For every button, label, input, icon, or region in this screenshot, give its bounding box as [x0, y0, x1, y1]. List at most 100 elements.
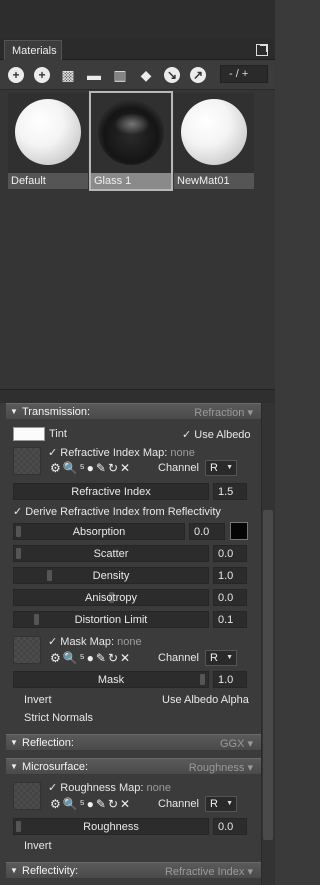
- mask-value[interactable]: 1.0: [213, 671, 247, 688]
- mode-value: GGX: [219, 738, 245, 750]
- collapse-icon: ▼: [10, 762, 18, 771]
- channel-label: Channel: [158, 462, 199, 474]
- density-slider[interactable]: Density: [13, 567, 209, 584]
- mask-map-row[interactable]: ✓ Mask Map: none: [48, 635, 142, 648]
- absorption-value[interactable]: 0.0: [189, 523, 225, 540]
- assign-icon[interactable]: ◆: [138, 67, 154, 83]
- mask-map-value: none: [117, 636, 142, 648]
- channel-label: Channel: [158, 798, 199, 810]
- transmission-header[interactable]: ▼ Transmission: Refraction ▾: [6, 403, 261, 419]
- slider-label: Distortion Limit: [74, 614, 148, 626]
- map-tools-row[interactable]: ⚙🔍⁵●✎↻✕: [50, 651, 132, 665]
- channel-select[interactable]: R: [205, 460, 237, 476]
- pick-icon[interactable]: ↘: [164, 67, 180, 83]
- section-title: Microsurface:: [22, 761, 89, 773]
- map-tools-row[interactable]: ⚙🔍⁵●✎↻✕: [50, 461, 132, 475]
- reflection-header[interactable]: ▼ Reflection: GGX ▾: [6, 734, 261, 750]
- add-material-icon[interactable]: +: [8, 67, 24, 83]
- transmission-mode-dropdown[interactable]: Refraction ▾: [194, 406, 253, 419]
- map-tools-row[interactable]: ⚙🔍⁵●✎↻✕: [50, 797, 132, 811]
- material-preview-sphere: [98, 99, 164, 165]
- refractive-index-slider[interactable]: Refractive Index: [13, 483, 209, 500]
- duplicate-material-icon[interactable]: +: [34, 67, 50, 83]
- window-top-bar: [0, 0, 275, 38]
- roughness-invert-checkbox[interactable]: Invert: [24, 840, 52, 852]
- channel-value: R: [210, 798, 218, 810]
- roughness-map-value: none: [146, 782, 171, 794]
- collapse-icon: ▼: [10, 407, 18, 416]
- material-preview-sphere: [15, 99, 81, 165]
- strict-normals-checkbox[interactable]: Strict Normals: [24, 712, 93, 724]
- tint-label: Tint: [49, 428, 67, 440]
- panel-divider[interactable]: [0, 389, 275, 403]
- page-selector[interactable]: - / +: [220, 65, 268, 83]
- use-albedo-checkbox[interactable]: ✓ Use Albedo: [182, 428, 251, 441]
- reflectivity-header[interactable]: ▼ Reflectivity: Refractive Index ▾: [6, 862, 261, 878]
- reflection-mode-dropdown[interactable]: GGX ▾: [220, 737, 253, 750]
- mask-channel-select[interactable]: R: [205, 650, 237, 666]
- material-thumb-newmat[interactable]: NewMat01: [174, 93, 254, 189]
- material-name: NewMat01: [174, 173, 254, 189]
- refractive-index-map-slot[interactable]: [13, 447, 41, 475]
- checker-icon[interactable]: ▩: [60, 67, 76, 83]
- invert-checkbox[interactable]: Invert: [24, 694, 52, 706]
- collapse-icon: ▼: [10, 866, 18, 875]
- tab-materials[interactable]: Materials: [4, 40, 62, 60]
- material-thumb-glass[interactable]: Glass 1: [89, 91, 173, 191]
- mask-map-slot[interactable]: [13, 636, 41, 664]
- mode-value: Roughness: [188, 762, 245, 774]
- microsurface-mode-dropdown[interactable]: Roughness ▾: [189, 761, 253, 774]
- select-icon[interactable]: ↗: [190, 67, 206, 83]
- material-name: Glass 1: [91, 173, 171, 189]
- scatter-slider[interactable]: Scatter: [13, 545, 209, 562]
- ri-map-value: none: [170, 447, 195, 459]
- tint-color-swatch[interactable]: [13, 427, 45, 441]
- slider-label: Refractive Index: [71, 486, 151, 498]
- use-albedo-label: Use Albedo: [194, 429, 251, 441]
- popout-icon[interactable]: [256, 44, 268, 56]
- distortion-limit-value[interactable]: 0.1: [213, 611, 247, 628]
- density-value[interactable]: 1.0: [213, 567, 247, 584]
- slider-label: Density: [92, 570, 130, 582]
- scrollbar-thumb[interactable]: [263, 510, 273, 840]
- material-name: Default: [8, 173, 88, 189]
- slider-label: Anisotropy: [85, 592, 137, 604]
- slider-label: Absorption: [72, 526, 126, 538]
- section-title: Transmission:: [22, 406, 91, 418]
- absorption-color-swatch[interactable]: [230, 522, 248, 540]
- distortion-limit-slider[interactable]: Distortion Limit: [13, 611, 209, 628]
- roughness-value[interactable]: 0.0: [213, 818, 247, 835]
- mode-value: Refraction: [194, 407, 245, 419]
- mask-map-label: Mask Map:: [60, 636, 115, 648]
- slider-label: Scatter: [93, 548, 129, 560]
- channel-value: R: [210, 652, 218, 664]
- absorption-slider[interactable]: Absorption: [13, 523, 185, 540]
- slider-label: Mask: [97, 674, 125, 686]
- trash-icon[interactable]: ▥: [112, 67, 128, 83]
- material-thumb-default[interactable]: Default: [8, 93, 88, 189]
- slider-label: Roughness: [83, 821, 139, 833]
- folder-icon[interactable]: ▬: [86, 67, 102, 83]
- derive-ri-label: Derive Refractive Index from Reflectivit…: [25, 506, 221, 518]
- refractive-index-value[interactable]: 1.5: [213, 483, 247, 500]
- section-title: Reflectivity:: [22, 865, 79, 877]
- channel-value: R: [210, 462, 218, 474]
- anisotropy-slider[interactable]: Anisotropy: [13, 589, 209, 606]
- material-preview-sphere: [181, 99, 247, 165]
- roughness-slider[interactable]: Roughness: [13, 818, 209, 835]
- use-albedo-alpha-checkbox[interactable]: Use Albedo Alpha: [162, 694, 249, 706]
- ri-map-row[interactable]: ✓ Refractive Index Map: none: [48, 446, 195, 459]
- microsurface-header[interactable]: ▼ Microsurface: Roughness ▾: [6, 758, 261, 774]
- roughness-map-label: Roughness Map:: [60, 782, 144, 794]
- anisotropy-value[interactable]: 0.0: [213, 589, 247, 606]
- ri-map-label: Refractive Index Map:: [60, 447, 168, 459]
- roughness-map-slot[interactable]: [13, 782, 41, 810]
- reflectivity-mode-dropdown[interactable]: Refractive Index ▾: [165, 865, 253, 878]
- roughness-map-row[interactable]: ✓ Roughness Map: none: [48, 781, 171, 794]
- derive-ri-checkbox[interactable]: ✓ Derive Refractive Index from Reflectiv…: [13, 505, 221, 518]
- scatter-value[interactable]: 0.0: [213, 545, 247, 562]
- section-title: Reflection:: [22, 737, 74, 749]
- mask-slider[interactable]: Mask: [13, 671, 209, 688]
- mode-value: Refractive Index: [164, 866, 245, 878]
- roughness-channel-select[interactable]: R: [205, 796, 237, 812]
